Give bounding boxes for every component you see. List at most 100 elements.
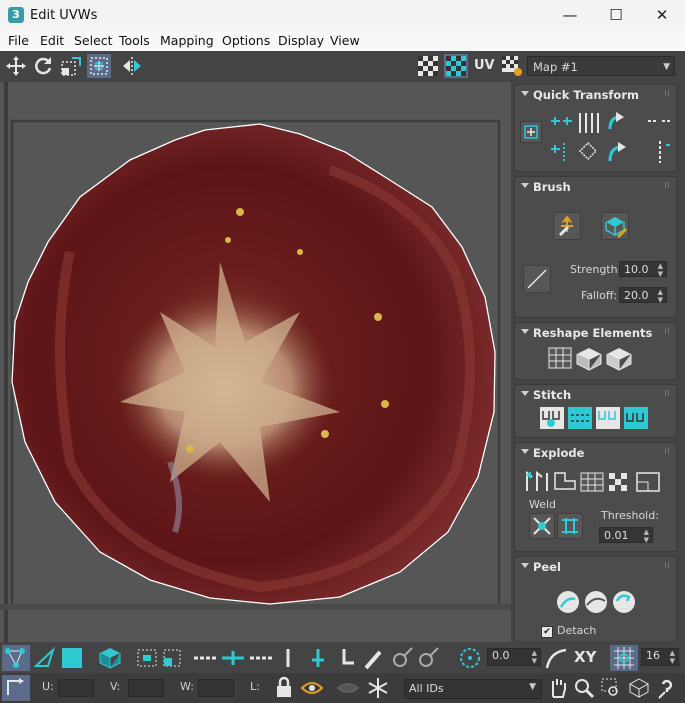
rollout-title[interactable]: Peel [533, 560, 561, 574]
drag-grip-icon[interactable] [665, 182, 671, 188]
paint-select-icons[interactable] [388, 646, 442, 670]
select-region-icons[interactable] [136, 646, 184, 670]
set-pivot-button[interactable] [520, 121, 542, 143]
mirror-icon[interactable] [120, 54, 144, 78]
rotation-spinner[interactable]: 0.0 ▲ ▼ [487, 648, 541, 666]
status-bar: U: V: W: L: All IDs ▼ [0, 673, 685, 703]
u-field[interactable] [58, 679, 94, 697]
material-id-value: All IDs [409, 682, 444, 695]
spinner-arrows-icon[interactable]: ▲ ▼ [670, 649, 675, 665]
close-button[interactable]: ✕ [639, 0, 685, 31]
grow-shrink-icons[interactable] [192, 646, 274, 670]
threshold-spinner[interactable]: 0.01 ▲ ▼ [599, 527, 653, 544]
zoom-icon[interactable] [572, 676, 596, 700]
w-field[interactable] [198, 679, 234, 697]
rotate-icon[interactable] [31, 54, 55, 78]
edge-mode-icon[interactable] [33, 646, 57, 670]
minimize-button[interactable]: — [547, 0, 593, 31]
zoom-extents-icon[interactable] [627, 676, 651, 700]
grid-snap-icon[interactable] [610, 645, 638, 671]
collapse-triangle-icon[interactable] [521, 449, 529, 454]
scale-icon[interactable] [59, 54, 83, 78]
paint-move-icon [558, 215, 573, 237]
quick-transform-icons[interactable] [548, 109, 676, 167]
relax-brush-button[interactable] [601, 212, 629, 240]
show-hidden-icon[interactable] [336, 676, 360, 700]
collapse-triangle-icon[interactable] [521, 329, 529, 334]
lock-icon[interactable] [272, 676, 296, 700]
rollout-title[interactable]: Explode [533, 446, 584, 460]
stitch-icons[interactable] [539, 405, 651, 431]
strength-value: 10.0 [624, 263, 649, 276]
chevron-down-icon: ▼ [529, 682, 536, 692]
brush-falloff-button[interactable] [523, 265, 551, 293]
spinner-arrows-icon[interactable]: ▲ ▼ [658, 288, 663, 304]
grid-size-spinner[interactable]: 16 ▲ ▼ [641, 648, 679, 666]
menu-mapping[interactable]: Mapping [160, 33, 214, 48]
strength-spinner[interactable]: 10.0 ▲ ▼ [619, 261, 667, 278]
element-mode-icon[interactable] [98, 646, 122, 670]
menu-edit[interactable]: Edit [40, 33, 64, 48]
strength-label: Strength: [570, 263, 622, 276]
drag-grip-icon[interactable] [665, 448, 671, 454]
rollout-title[interactable]: Stitch [533, 388, 571, 402]
loop-ring-icons[interactable] [284, 646, 384, 670]
face-mode-icon[interactable] [60, 646, 84, 670]
falloff-spinner[interactable]: 20.0 ▲ ▼ [619, 287, 667, 304]
explode-icons[interactable] [523, 469, 669, 493]
vertex-mode-icon[interactable] [2, 645, 30, 671]
falloff-curve-icon [527, 269, 547, 289]
zoom-region-icon[interactable] [599, 676, 623, 700]
pivot-icon [524, 125, 538, 139]
checker-pattern-icon[interactable] [416, 54, 440, 78]
menu-tools[interactable]: Tools [119, 33, 150, 48]
material-id-select[interactable]: All IDs ▼ [404, 679, 542, 699]
freeform-mode-icon[interactable] [87, 54, 111, 78]
drag-grip-icon[interactable] [665, 90, 671, 96]
rollout-title[interactable]: Reshape Elements [533, 326, 652, 340]
tool-panel: Quick Transform Brush Strength: 10.0 ▲ ▼… [511, 82, 685, 642]
rotation-gizmo-icon[interactable] [458, 646, 482, 670]
map-select[interactable]: Map #1 (fil...222384.jpg) ▼ [527, 56, 675, 94]
uv-label[interactable]: UV [474, 58, 495, 73]
weld-target-button[interactable] [557, 513, 583, 539]
v-field[interactable] [128, 679, 164, 697]
reshape-icons[interactable] [547, 345, 633, 371]
show-map-icon[interactable] [444, 54, 468, 78]
help-icon[interactable] [655, 676, 679, 700]
freeze-icon[interactable] [366, 676, 390, 700]
peel-icons[interactable] [555, 589, 637, 615]
w-label: W: [180, 680, 194, 693]
weld-threshold-curve-icon[interactable] [544, 646, 570, 670]
rollout-title[interactable]: Brush [533, 180, 571, 194]
collapse-triangle-icon[interactable] [521, 391, 529, 396]
collapse-triangle-icon[interactable] [521, 91, 529, 96]
chevron-down-icon: ▼ [663, 62, 670, 72]
menu-display[interactable]: Display [278, 33, 324, 48]
spinner-arrows-icon[interactable]: ▲ ▼ [532, 649, 537, 665]
detach-checkbox[interactable]: ✔ [541, 626, 553, 638]
menu-view[interactable]: View [330, 33, 360, 48]
pan-hand-icon[interactable] [546, 676, 570, 700]
weld-selected-button[interactable] [529, 513, 555, 539]
move-icon[interactable] [4, 54, 28, 78]
collapse-triangle-icon[interactable] [521, 563, 529, 568]
hide-eye-icon[interactable] [300, 676, 324, 700]
xy-toggle[interactable]: XY [574, 648, 596, 666]
drag-grip-icon[interactable] [665, 562, 671, 568]
uv-viewport[interactable] [0, 82, 511, 642]
menu-file[interactable]: File [8, 33, 29, 48]
spinner-arrows-icon[interactable]: ▲ ▼ [658, 262, 663, 278]
maximize-button[interactable]: ☐ [593, 0, 639, 31]
menu-select[interactable]: Select [74, 33, 113, 48]
transform-type-icon[interactable] [2, 675, 30, 701]
relax-brush-icon [605, 217, 628, 239]
collapse-triangle-icon[interactable] [521, 183, 529, 188]
drag-grip-icon[interactable] [665, 328, 671, 334]
texture-settings-icon[interactable] [500, 54, 524, 78]
spinner-arrows-icon[interactable]: ▲ ▼ [644, 528, 649, 544]
paint-move-button[interactable] [553, 212, 581, 240]
drag-grip-icon[interactable] [665, 390, 671, 396]
rollout-title[interactable]: Quick Transform [533, 88, 639, 102]
menu-options[interactable]: Options [222, 33, 270, 48]
